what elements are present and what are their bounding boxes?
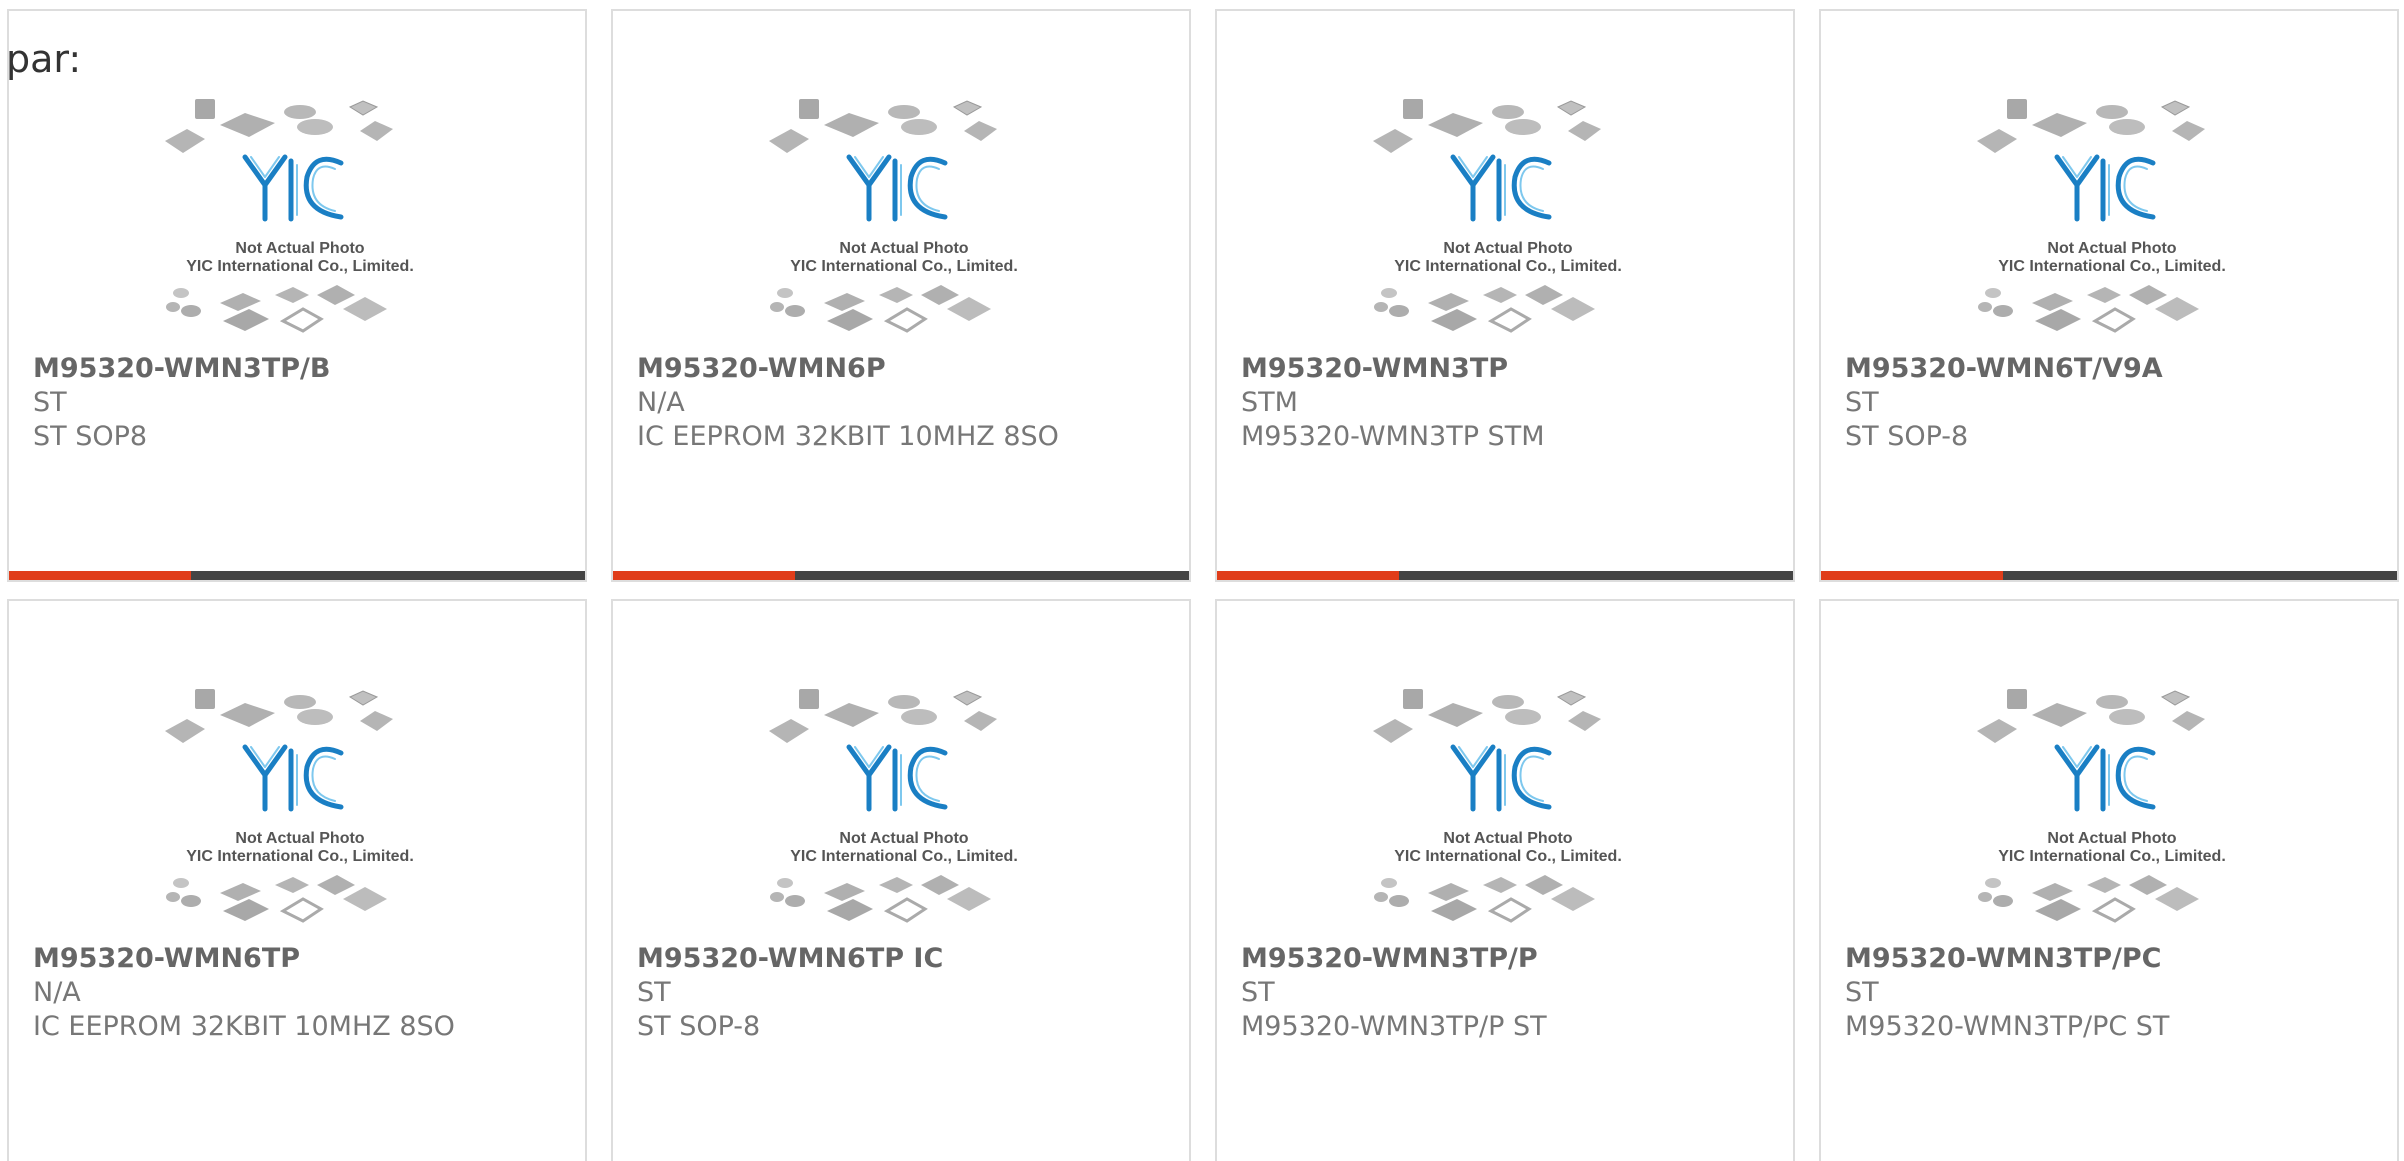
manufacturer-text: ST — [637, 977, 671, 1008]
svg-text:YIC International Co., Limited: YIC International Co., Limited. — [1998, 848, 2226, 865]
svg-text:Not Actual Photo: Not Actual Photo — [1443, 240, 1572, 257]
chip-illustration-icon: Not Actual Photo YIC International Co., … — [165, 99, 414, 333]
card-bottom-bar — [9, 571, 585, 580]
manufacturer-text: ST — [1845, 977, 1879, 1008]
part-number-link[interactable]: M95320-WMN6TP IC — [637, 943, 943, 974]
card-bottom-bar — [1217, 571, 1793, 580]
card-bottom-bar-accent — [613, 571, 795, 580]
svg-text:Not Actual Photo: Not Actual Photo — [2047, 830, 2176, 847]
manufacturer-text: N/A — [637, 387, 685, 418]
card-bottom-bar — [613, 571, 1189, 580]
product-photo-placeholder: Not Actual Photo YIC International Co., … — [1373, 99, 1643, 349]
card-bottom-bar-accent — [1821, 571, 2003, 580]
yic-logo-icon — [242, 154, 344, 222]
chip-illustration-icon: Not Actual Photo YIC International Co., … — [769, 689, 1018, 923]
yic-logo-icon — [2054, 154, 2156, 222]
description-text: IC EEPROM 32KBIT 10MHZ 8SO — [33, 1011, 455, 1042]
svg-text:YIC International Co., Limited: YIC International Co., Limited. — [186, 848, 414, 865]
yic-logo-icon — [242, 744, 344, 812]
product-card-7[interactable]: Not Actual Photo YIC International Co., … — [1215, 599, 1795, 1161]
yic-logo-icon — [2054, 744, 2156, 812]
manufacturer-text: ST — [33, 387, 67, 418]
part-number-link[interactable]: M95320-WMN6TP — [33, 943, 300, 974]
part-number-link[interactable]: M95320-WMN6P — [637, 353, 886, 384]
description-text: M95320-WMN3TP/P ST — [1241, 1011, 1547, 1042]
product-photo-placeholder: Not Actual Photo YIC International Co., … — [165, 689, 435, 939]
description-text: M95320-WMN3TP STM — [1241, 421, 1545, 452]
product-card-5[interactable]: Not Actual Photo YIC International Co., … — [7, 599, 587, 1161]
manufacturer-text: ST — [1845, 387, 1879, 418]
chip-illustration-icon: Not Actual Photo YIC International Co., … — [769, 99, 1018, 333]
chip-illustration-icon: Not Actual Photo YIC International Co., … — [1977, 689, 2226, 923]
svg-text:YIC International Co., Limited: YIC International Co., Limited. — [186, 258, 414, 275]
product-photo-placeholder: Not Actual Photo YIC International Co., … — [1977, 689, 2247, 939]
par-label: par: — [6, 37, 82, 81]
product-card-8[interactable]: Not Actual Photo YIC International Co., … — [1819, 599, 2399, 1161]
product-card-6[interactable]: Not Actual Photo YIC International Co., … — [611, 599, 1191, 1161]
manufacturer-text: STM — [1241, 387, 1298, 418]
svg-text:Not Actual Photo: Not Actual Photo — [235, 240, 364, 257]
product-photo-placeholder: Not Actual Photo YIC International Co., … — [1977, 99, 2247, 349]
description-text: IC EEPROM 32KBIT 10MHZ 8SO — [637, 421, 1059, 452]
yic-logo-icon — [846, 744, 948, 812]
part-number-link[interactable]: M95320-WMN3TP/P — [1241, 943, 1538, 974]
product-photo-placeholder: Not Actual Photo YIC International Co., … — [1373, 689, 1643, 939]
description-text: ST SOP8 — [33, 421, 148, 452]
svg-text:YIC International Co., Limited: YIC International Co., Limited. — [790, 258, 1018, 275]
product-photo-placeholder: Not Actual Photo YIC International Co., … — [769, 689, 1039, 939]
part-number-link[interactable]: M95320-WMN3TP/PC — [1845, 943, 2162, 974]
manufacturer-text: ST — [1241, 977, 1275, 1008]
product-photo-placeholder: Not Actual Photo YIC International Co., … — [165, 99, 435, 349]
part-number-link[interactable]: M95320-WMN6T/V9A — [1845, 353, 2163, 384]
yic-logo-icon — [846, 154, 948, 222]
product-photo-placeholder: Not Actual Photo YIC International Co., … — [769, 99, 1039, 349]
chip-illustration-icon: Not Actual Photo YIC International Co., … — [1977, 99, 2226, 333]
svg-text:YIC International Co., Limited: YIC International Co., Limited. — [1394, 848, 1622, 865]
product-card-1[interactable]: Not Actual Photo YIC International Co., … — [7, 9, 587, 582]
card-bottom-bar-accent — [9, 571, 191, 580]
chip-illustration-icon: Not Actual Photo YIC International Co., … — [1373, 99, 1622, 333]
product-grid-page: par: Not Actual Photo YIC International … — [0, 0, 2404, 1161]
product-grid: Not Actual Photo YIC International Co., … — [7, 9, 2399, 1161]
product-card-2[interactable]: Not Actual Photo YIC International Co., … — [611, 9, 1191, 582]
svg-text:Not Actual Photo: Not Actual Photo — [839, 830, 968, 847]
description-text: ST SOP-8 — [1845, 421, 1969, 452]
card-bottom-bar — [1821, 571, 2397, 580]
manufacturer-text: N/A — [33, 977, 81, 1008]
part-number-link[interactable]: M95320-WMN3TP — [1241, 353, 1508, 384]
svg-text:YIC International Co., Limited: YIC International Co., Limited. — [1394, 258, 1622, 275]
chip-illustration-icon: Not Actual Photo YIC International Co., … — [165, 689, 414, 923]
svg-text:Not Actual Photo: Not Actual Photo — [2047, 240, 2176, 257]
svg-text:YIC International Co., Limited: YIC International Co., Limited. — [1998, 258, 2226, 275]
chip-illustration-icon: Not Actual Photo YIC International Co., … — [1373, 689, 1622, 923]
description-text: ST SOP-8 — [637, 1011, 761, 1042]
yic-logo-icon — [1450, 744, 1552, 812]
part-number-link[interactable]: M95320-WMN3TP/B — [33, 353, 330, 384]
product-card-4[interactable]: Not Actual Photo YIC International Co., … — [1819, 9, 2399, 582]
description-text: M95320-WMN3TP/PC ST — [1845, 1011, 2170, 1042]
yic-logo-icon — [1450, 154, 1552, 222]
svg-text:Not Actual Photo: Not Actual Photo — [1443, 830, 1572, 847]
svg-text:YIC International Co., Limited: YIC International Co., Limited. — [790, 848, 1018, 865]
svg-text:Not Actual Photo: Not Actual Photo — [839, 240, 968, 257]
svg-text:Not Actual Photo: Not Actual Photo — [235, 830, 364, 847]
card-bottom-bar-accent — [1217, 571, 1399, 580]
product-card-3[interactable]: Not Actual Photo YIC International Co., … — [1215, 9, 1795, 582]
